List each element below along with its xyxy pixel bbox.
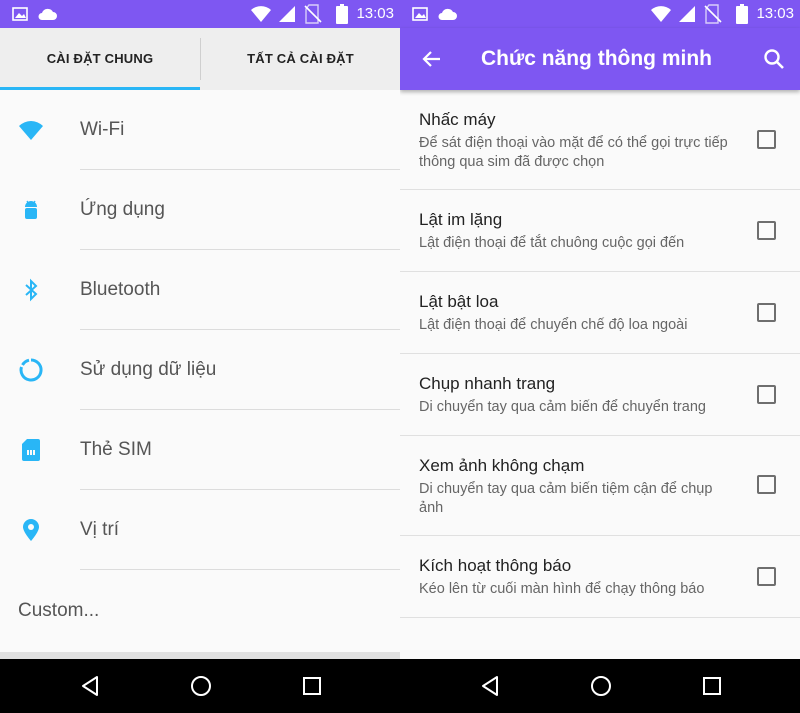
wifi-icon (250, 5, 272, 23)
back-arrow-icon[interactable] (420, 47, 444, 71)
app-bar: Chức năng thông minh (400, 28, 800, 90)
item-subtitle: Lật điện thoại để tắt chuông cuộc gọi đế… (419, 235, 685, 251)
settings-item-label: Thẻ SIM (80, 439, 152, 460)
list-item[interactable]: Lật im lặng Lật điện thoại để tắt chuông… (400, 190, 800, 272)
wifi-icon (18, 117, 44, 143)
location-icon (18, 517, 44, 543)
no-sim-icon (704, 4, 722, 24)
tab-all-settings[interactable]: TẤT CẢ CÀI ĐẶT (201, 28, 400, 90)
list-item[interactable]: Kích hoạt thông báo Kéo lên từ cuối màn … (400, 536, 800, 618)
item-title: Kích hoạt thông báo (419, 556, 572, 575)
custom-settings-item[interactable]: Custom... (18, 600, 99, 622)
checkbox[interactable] (757, 385, 776, 404)
item-subtitle: Di chuyển tay qua cảm biến tiệm cận để c… (419, 481, 713, 516)
settings-screen: 13:03 CÀI ĐẶT CHUNG TẤT CẢ CÀI ĐẶT Wi-Fi… (0, 0, 400, 713)
sim-card-icon (18, 437, 44, 463)
settings-item-label: Vị trí (80, 519, 120, 540)
settings-list: Wi-Fi Ứng dụng Bluetooth Sử dụng dữ liệu (0, 90, 400, 570)
android-icon (18, 197, 44, 223)
status-time: 13:03 (356, 5, 394, 22)
settings-item-label: Ứng dụng (80, 199, 165, 220)
item-subtitle: Kéo lên từ cuối màn hình để chạy thông b… (419, 581, 705, 597)
settings-item-label: Wi-Fi (80, 119, 125, 140)
item-title: Xem ảnh không chạm (419, 456, 585, 475)
image-icon (12, 6, 28, 22)
status-bar: 13:03 (0, 0, 400, 28)
no-sim-icon (304, 4, 322, 24)
item-title: Lật im lặng (419, 210, 503, 229)
item-title: Nhấc máy (419, 110, 496, 129)
list-item[interactable]: Lật bật loa Lật điện thoại để chuyển chế… (400, 272, 800, 354)
settings-item-bluetooth[interactable]: Bluetooth (0, 250, 400, 330)
data-usage-icon (18, 357, 44, 383)
system-nav-bar (0, 659, 800, 713)
home-icon[interactable] (589, 674, 613, 698)
list-item[interactable]: Nhấc máy Để sát điện thoại vào mặt để có… (400, 90, 800, 190)
smart-functions-screen: 13:03 Chức năng thông minh Nhấc máy Để s… (400, 0, 800, 713)
list-item[interactable]: Chụp nhanh trang Di chuyển tay qua cảm b… (400, 354, 800, 436)
item-subtitle: Để sát điện thoại vào mặt để có thể gọi … (419, 135, 728, 170)
checkbox[interactable] (757, 303, 776, 322)
checkbox[interactable] (757, 567, 776, 586)
settings-item-wifi[interactable]: Wi-Fi (0, 90, 400, 170)
checkbox[interactable] (757, 221, 776, 240)
wifi-icon (650, 5, 672, 23)
settings-item-apps[interactable]: Ứng dụng (0, 170, 400, 250)
settings-tabs: CÀI ĐẶT CHUNG TẤT CẢ CÀI ĐẶT (0, 28, 400, 90)
settings-item-data-usage[interactable]: Sử dụng dữ liệu (0, 330, 400, 410)
cloud-icon (36, 6, 58, 22)
checkbox[interactable] (757, 475, 776, 494)
item-title: Chụp nhanh trang (419, 374, 556, 393)
search-icon[interactable] (762, 47, 786, 71)
signal-icon (278, 5, 296, 23)
battery-icon (336, 4, 348, 24)
recents-icon[interactable] (700, 674, 724, 698)
status-time: 13:03 (756, 5, 794, 22)
status-bar: 13:03 (400, 0, 800, 28)
item-subtitle: Di chuyển tay qua cảm biến để chuyển tra… (419, 399, 706, 415)
cloud-icon (436, 6, 458, 22)
item-subtitle: Lật điện thoại để chuyển chế độ loa ngoà… (419, 317, 688, 333)
signal-icon (678, 5, 696, 23)
home-icon[interactable] (189, 674, 213, 698)
image-icon (412, 6, 428, 22)
list-item[interactable]: Xem ảnh không chạm Di chuyển tay qua cảm… (400, 436, 800, 536)
settings-item-label: Sử dụng dữ liệu (80, 359, 217, 380)
page-title: Chức năng thông minh (481, 47, 713, 70)
back-icon[interactable] (478, 674, 502, 698)
settings-item-location[interactable]: Vị trí (0, 490, 400, 570)
recents-icon[interactable] (300, 674, 324, 698)
tab-general-settings[interactable]: CÀI ĐẶT CHUNG (0, 28, 200, 90)
bluetooth-icon (18, 277, 44, 303)
back-icon[interactable] (78, 674, 102, 698)
item-title: Lật bật loa (419, 292, 499, 311)
settings-item-label: Bluetooth (80, 279, 161, 300)
checkbox[interactable] (757, 130, 776, 149)
settings-item-sim[interactable]: Thẻ SIM (0, 410, 400, 490)
battery-icon (736, 4, 748, 24)
